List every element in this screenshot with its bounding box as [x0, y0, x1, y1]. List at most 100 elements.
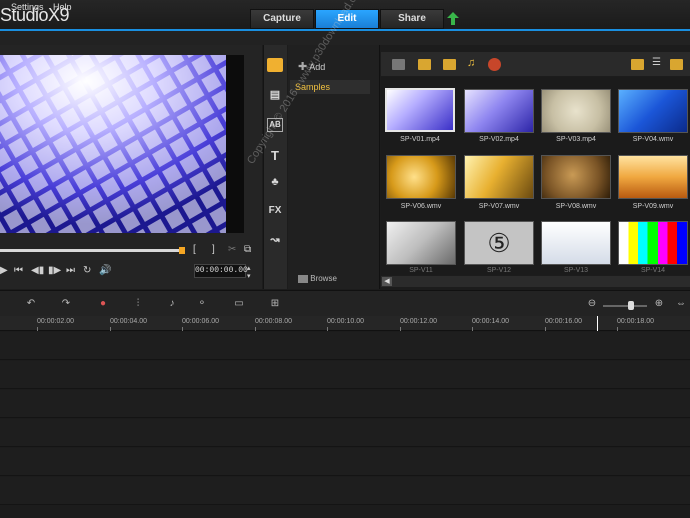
app-window: StudioX9 Capture Edit Share Settings Hel…: [0, 0, 690, 518]
zoom-slider-handle[interactable]: [628, 301, 634, 310]
ruler-label: 00:00:08.00: [255, 318, 292, 325]
fit-to-window-icon[interactable]: ⇔: [674, 298, 688, 310]
volume-icon[interactable]: 🔊: [99, 265, 111, 276]
thumbnail-sp-v02[interactable]: [464, 89, 534, 133]
browse-label: Browse: [310, 274, 337, 283]
menu-settings[interactable]: Settings: [11, 2, 44, 12]
thumbnail-caption: SP-V11: [409, 267, 433, 274]
subtitle-editor-icon[interactable]: ▭: [232, 298, 246, 310]
thumbnail-caption: SP-V09.wmv: [632, 203, 674, 210]
play-icon[interactable]: ▶: [0, 265, 8, 276]
thumbnail-caption: SP-V04.wmv: [632, 136, 674, 143]
preview-screen[interactable]: [0, 55, 244, 233]
show-audio-icon[interactable]: ♫: [467, 57, 475, 69]
timeline-track[interactable]: [0, 419, 690, 447]
preview-video-frame: [0, 55, 244, 233]
thumbnail-sp-v12[interactable]: ⑤: [464, 221, 534, 265]
thumbnail-sp-v01[interactable]: [385, 88, 455, 132]
record-capture-icon[interactable]: ●: [96, 298, 110, 310]
library-category-bar: [263, 45, 287, 289]
tab-share[interactable]: Share: [380, 9, 444, 29]
grid-view-icon[interactable]: [670, 59, 683, 70]
show-videos-icon[interactable]: [418, 59, 431, 70]
timeline-track[interactable]: [0, 477, 690, 505]
repeat-icon[interactable]: ↻: [83, 265, 91, 276]
thumbnail-sp-v14[interactable]: [618, 221, 688, 265]
show-photos-icon[interactable]: [443, 59, 456, 70]
playback-scrubber[interactable]: [0, 249, 183, 252]
go-to-start-icon[interactable]: ⏮: [14, 265, 23, 276]
browse-button[interactable]: Browse: [298, 274, 337, 283]
undo-icon[interactable]: ↶: [24, 298, 38, 310]
scroll-left-icon[interactable]: ◀: [382, 277, 392, 286]
media-library-icon[interactable]: [267, 58, 283, 72]
thumbnail-caption: SP-V03.mp4: [556, 136, 596, 143]
instant-project-icon[interactable]: ▤: [267, 88, 283, 102]
timecode-stepper-icon[interactable]: ▴ ▾: [247, 264, 251, 280]
thumbnail-caption: SP-V07.wmv: [478, 203, 520, 210]
snapshot-icon[interactable]: ⧉: [244, 244, 251, 255]
thumbnail-caption: SP-V14: [640, 267, 666, 274]
playhead[interactable]: [597, 316, 598, 331]
next-frame-icon[interactable]: ▮▶: [48, 265, 61, 276]
preview-timecode[interactable]: 00:00:00.00: [194, 264, 248, 278]
browse-icon: [298, 274, 308, 283]
timeline-track[interactable]: [0, 361, 690, 389]
auto-music-icon[interactable]: ♪: [165, 298, 179, 310]
ruler-tick: [110, 327, 111, 331]
ruler-label: 00:00:02.00: [37, 318, 74, 325]
ruler-tick: [545, 327, 546, 331]
go-to-end-icon[interactable]: ⏭: [66, 265, 75, 276]
thumbnail-view-icon[interactable]: [631, 59, 644, 70]
redo-icon[interactable]: ↷: [59, 298, 73, 310]
title-icon[interactable]: T: [267, 148, 283, 163]
graphic-icon[interactable]: ♣: [267, 176, 283, 190]
library-scrollbar[interactable]: [381, 276, 690, 287]
thumbnail-caption: SP-V08.wmv: [555, 203, 597, 210]
thumbnail-caption: SP-V06.wmv: [400, 203, 442, 210]
sound-mixer-icon[interactable]: ⫶: [131, 298, 145, 310]
thumbnail-caption: SP-V01.mp4: [400, 136, 440, 143]
ruler-label: 00:00:18.00: [617, 318, 654, 325]
thumbnail-sp-v09[interactable]: [618, 155, 688, 199]
sort-clips-icon[interactable]: [488, 58, 501, 71]
timeline-track[interactable]: [0, 448, 690, 476]
zoom-out-icon[interactable]: ⊖: [585, 298, 599, 310]
thumbnail-caption: SP-V12: [486, 267, 512, 274]
menu-help[interactable]: Help: [53, 2, 72, 12]
mark-out-icon[interactable]: ]: [212, 244, 215, 255]
menu-bar: [0, 31, 690, 45]
ruler-tick: [182, 327, 183, 331]
ruler-label: 00:00:04.00: [110, 318, 147, 325]
thumbnail-sp-v06[interactable]: [386, 155, 456, 199]
zoom-in-icon[interactable]: ⊕: [652, 298, 666, 310]
thumbnail-sp-v04[interactable]: [618, 89, 688, 133]
path-icon[interactable]: ↝: [267, 233, 283, 247]
thumbnail-sp-v08[interactable]: [541, 155, 611, 199]
cut-clip-icon[interactable]: ✂: [228, 244, 236, 255]
list-view-icon[interactable]: ☰: [652, 57, 661, 68]
thumbnail-caption: SP-V02.mp4: [479, 136, 519, 143]
timeline-track[interactable]: [0, 332, 690, 360]
mark-in-icon[interactable]: [: [193, 244, 196, 255]
filter-fx-icon[interactable]: FX: [267, 205, 283, 219]
ruler-tick: [327, 327, 328, 331]
multi-camera-icon[interactable]: ⊞: [268, 298, 282, 310]
previous-frame-icon[interactable]: ◀▮: [31, 265, 44, 276]
ruler-tick: [617, 327, 618, 331]
ruler-label: 00:00:12.00: [400, 318, 437, 325]
ruler-tick: [472, 327, 473, 331]
thumbnail-sp-v11[interactable]: [386, 221, 456, 265]
zoom-slider-track[interactable]: [603, 305, 647, 307]
timeline-track[interactable]: [0, 390, 690, 418]
ruler-label: 00:00:14.00: [472, 318, 509, 325]
tab-capture[interactable]: Capture: [250, 9, 314, 29]
thumbnail-sp-v03[interactable]: [541, 89, 611, 133]
thumbnail-sp-v13[interactable]: [541, 221, 611, 265]
import-folder-icon[interactable]: [392, 59, 405, 70]
upload-icon[interactable]: [447, 12, 459, 25]
thumbnail-sp-v07[interactable]: [464, 155, 534, 199]
motion-tracking-icon[interactable]: ⚬: [195, 298, 209, 310]
ruler-label: 00:00:16.00: [545, 318, 582, 325]
scrubber-handle[interactable]: [179, 247, 185, 254]
